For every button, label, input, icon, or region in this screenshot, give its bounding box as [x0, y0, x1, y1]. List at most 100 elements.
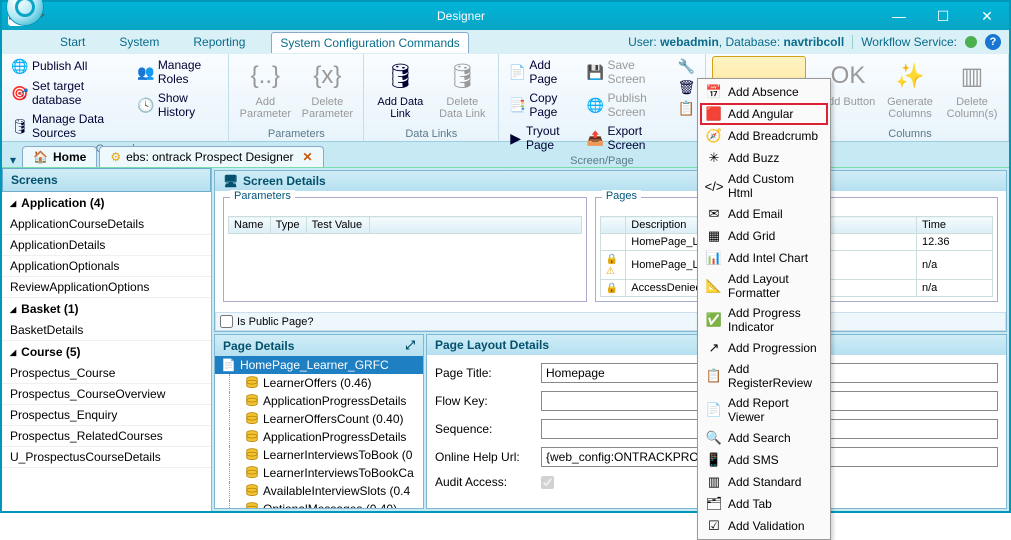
tab-close-icon[interactable]: ✕: [303, 150, 313, 164]
ribbon-group-datalinks: 🛢Add Data Link 🛢Delete Data Link Data Li…: [364, 54, 499, 141]
show-history-button[interactable]: 🕓Show History: [134, 89, 223, 121]
tree-item[interactable]: LearnerOffersCount (0.40): [215, 410, 423, 428]
menu-item-add-buzz[interactable]: ✳Add Buzz: [700, 147, 828, 169]
tab-start[interactable]: Start: [52, 32, 93, 52]
parameters-table[interactable]: NameTypeTest Value: [228, 216, 582, 234]
menu-item-add-standard[interactable]: ▥Add Standard: [700, 471, 828, 493]
menu-item-add-progress-indicator[interactable]: ✅Add Progress Indicator: [700, 303, 828, 337]
menu-item-add-angular[interactable]: 🟥Add Angular: [700, 103, 828, 125]
ribbon: 🌐Publish All 🎯Set target database 🛢Manag…: [2, 54, 1009, 142]
tree-item[interactable]: BasketDetails: [2, 320, 211, 341]
tab-prospect-designer[interactable]: ⚙ebs: ontrack Prospect Designer✕: [99, 146, 323, 167]
database-target-icon: 🎯: [12, 85, 28, 101]
menu-item-add-email[interactable]: ✉Add Email: [700, 203, 828, 225]
menu-item-add-registerreview[interactable]: 📋Add RegisterReview: [700, 359, 828, 393]
tree-group-application[interactable]: Application (4): [2, 192, 211, 214]
tree-item[interactable]: ApplicationProgressDetails: [215, 428, 423, 446]
audit-label: Audit Access:: [435, 475, 535, 489]
tree-item[interactable]: LearnerOffers (0.46): [215, 374, 423, 392]
add-page-button[interactable]: 📄Add Page: [505, 56, 581, 88]
manage-data-sources-button[interactable]: 🛢Manage Data Sources: [8, 110, 132, 142]
tree-item[interactable]: Prospectus_CourseOverview: [2, 384, 211, 405]
menu-item-add-progression[interactable]: ↗Add Progression: [700, 337, 828, 359]
tree-group-basket[interactable]: Basket (1): [2, 298, 211, 320]
help-icon[interactable]: ?: [985, 34, 1001, 50]
delete-columns-button[interactable]: ▥Delete Column(s): [942, 56, 1002, 127]
publish-screen-button[interactable]: 🌐Publish Screen: [583, 89, 672, 121]
braces-delete-icon: {x}: [311, 60, 343, 92]
menu-item-icon: 🟥: [706, 106, 722, 122]
export-screen-button[interactable]: 📤Export Screen: [583, 122, 672, 154]
tab-system-config-commands[interactable]: System Configuration Commands: [271, 32, 468, 53]
menu-item-icon: 📐: [706, 278, 722, 294]
tab-system[interactable]: System: [111, 32, 167, 52]
tree-item[interactable]: Prospectus_Enquiry: [2, 405, 211, 426]
tree-item[interactable]: LearnerInterviewsToBook (0: [215, 446, 423, 464]
maximize-button[interactable]: ☐: [921, 2, 965, 30]
page-tryout-icon: ▶: [509, 130, 522, 146]
ribbon-group-parameters: {..}Add Parameter {x}Delete Parameter Pa…: [229, 54, 364, 141]
add-data-link-button[interactable]: 🛢Add Data Link: [370, 56, 430, 127]
audit-checkbox[interactable]: [541, 476, 554, 489]
screen-tool-1[interactable]: 🔧: [675, 56, 699, 76]
delete-data-link-button[interactable]: 🛢Delete Data Link: [432, 56, 492, 127]
menu-item-add-tab[interactable]: 🗂Add Tab: [700, 493, 828, 515]
database-icon: [245, 448, 259, 462]
tree-item[interactable]: LearnerInterviewsToBookCa: [215, 464, 423, 482]
tree-item[interactable]: Prospectus_Course: [2, 363, 211, 384]
tree-item[interactable]: OptionalMessages (0.40): [215, 500, 423, 508]
publish-all-button[interactable]: 🌐Publish All: [8, 56, 132, 76]
menu-item-add-validation[interactable]: ☑Add Validation: [700, 515, 828, 537]
is-public-page-checkbox[interactable]: [220, 315, 233, 328]
tree-item[interactable]: ApplicationDetails: [2, 235, 211, 256]
add-parameter-button[interactable]: {..}Add Parameter: [235, 56, 295, 127]
tree-item[interactable]: ReviewApplicationOptions: [2, 277, 211, 298]
tool-icon: 🗑: [679, 79, 695, 95]
delete-parameter-button[interactable]: {x}Delete Parameter: [297, 56, 357, 127]
screen-tool-3[interactable]: 📋: [675, 98, 699, 118]
datalink-delete-icon: 🛢: [446, 60, 478, 92]
page-details-tree[interactable]: 📄HomePage_Learner_GRFC LearnerOffers (0.…: [215, 356, 423, 508]
page-add-icon: 📄: [509, 64, 525, 80]
menu-item-add-grid[interactable]: ▦Add Grid: [700, 225, 828, 247]
set-target-database-button[interactable]: 🎯Set target database: [8, 77, 132, 109]
datalink-add-icon: 🛢: [384, 60, 416, 92]
copy-page-button[interactable]: 📑Copy Page: [505, 89, 581, 121]
manage-roles-button[interactable]: 👥Manage Roles: [134, 56, 223, 88]
screen-tool-2[interactable]: 🗑: [675, 77, 699, 97]
save-screen-button[interactable]: 💾Save Screen: [583, 56, 672, 88]
tree-item[interactable]: Prospectus_RelatedCourses: [2, 426, 211, 447]
parameters-fieldset: Parameters NameTypeTest Value: [223, 197, 587, 302]
menu-item-add-custom-html[interactable]: </>Add Custom Html: [700, 169, 828, 203]
menu-item-add-sms[interactable]: 📱Add SMS: [700, 449, 828, 471]
tree-item[interactable]: ApplicationCourseDetails: [2, 214, 211, 235]
close-button[interactable]: ✕: [965, 2, 1009, 30]
tool-icon: 🔧: [679, 58, 695, 74]
tree-item[interactable]: AvailableInterviewSlots (0.4: [215, 482, 423, 500]
menu-item-add-report-viewer[interactable]: 📄Add Report Viewer: [700, 393, 828, 427]
menu-item-add-intel-chart[interactable]: 📊Add Intel Chart: [700, 247, 828, 269]
tabs-chevron-icon[interactable]: ▾: [10, 153, 16, 167]
monitor-icon: 🖥: [223, 174, 237, 188]
ribbon-group-screenpage: 📄Add Page 📑Copy Page ▶Tryout Page 💾Save …: [499, 54, 705, 141]
menu-item-icon: ☑: [706, 518, 722, 534]
menu-item-icon: ↗: [706, 340, 722, 356]
screens-panel: Screens Application (4)ApplicationCourse…: [2, 168, 212, 511]
expand-icon[interactable]: ⤢: [405, 338, 415, 353]
tree-group-course[interactable]: Course (5): [2, 341, 211, 363]
workflow-service-label: Workflow Service:: [852, 35, 957, 49]
tab-reporting[interactable]: Reporting: [185, 32, 253, 52]
screen-details-section: 🖥Screen Details Parameters NameTypeTest …: [214, 170, 1007, 332]
minimize-button[interactable]: —: [877, 2, 921, 30]
tryout-page-button[interactable]: ▶Tryout Page: [505, 122, 581, 154]
tree-item[interactable]: ApplicationProgressDetails: [215, 392, 423, 410]
tree-item[interactable]: ApplicationOptionals: [2, 256, 211, 277]
menu-item-add-search[interactable]: 🔍Add Search: [700, 427, 828, 449]
tree-item[interactable]: U_ProspectusCourseDetails: [2, 447, 211, 468]
menu-item-add-layout-formatter[interactable]: 📐Add Layout Formatter: [700, 269, 828, 303]
history-icon: 🕓: [138, 97, 154, 113]
menu-item-add-breadcrumb[interactable]: 🧭Add Breadcrumb: [700, 125, 828, 147]
tab-home[interactable]: 🏠Home: [22, 146, 97, 167]
generate-columns-button[interactable]: ✨Generate Columns: [880, 56, 940, 127]
menu-item-add-absence[interactable]: 📅Add Absence: [700, 81, 828, 103]
